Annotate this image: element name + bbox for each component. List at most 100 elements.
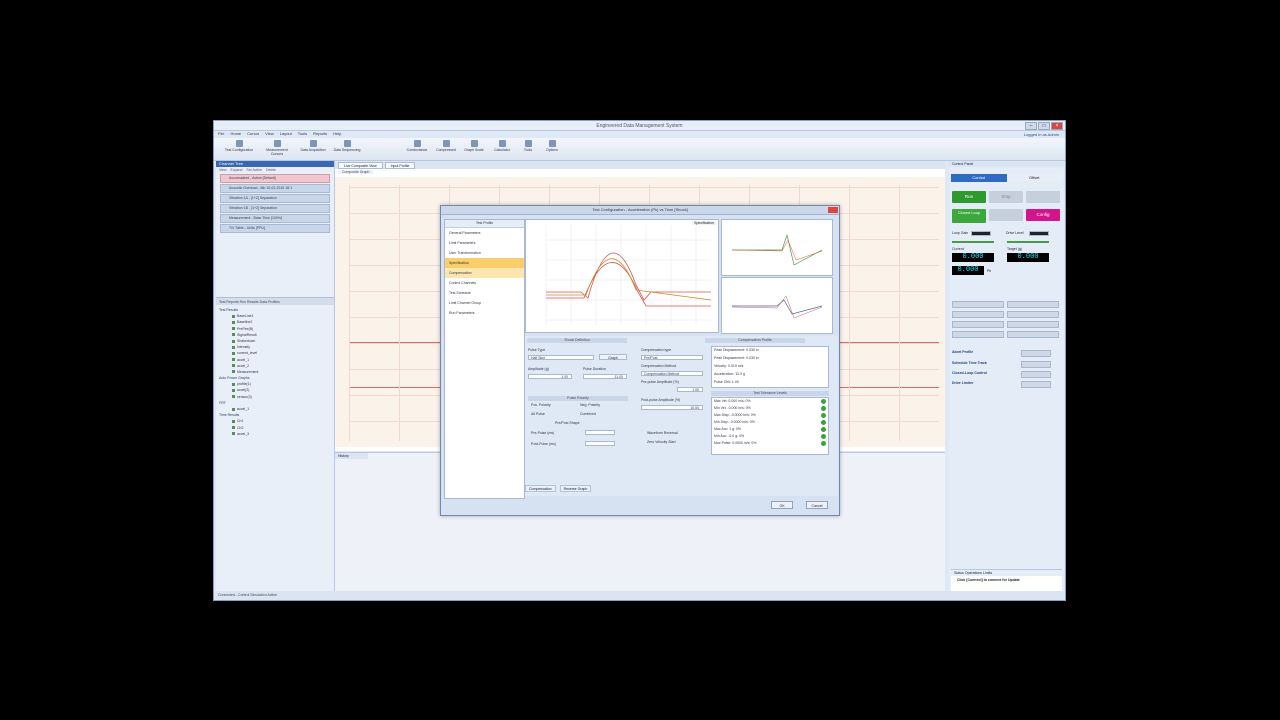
cursor-item[interactable]: Vibration 1A - [1+2] Separation [220,194,330,203]
minimize-icon[interactable]: – [1025,122,1037,130]
tree-channel[interactable]: accel_3 [216,431,334,437]
ribbon-conductance[interactable]: Conductance [404,140,430,152]
tool-expand[interactable]: Expand [231,167,243,173]
maximize-icon[interactable]: □ [1038,122,1050,130]
ribbon-data-acquisition[interactable]: Data Acquisition [298,140,328,152]
option-toggle[interactable] [1021,371,1051,378]
ribbon-graph-scale[interactable]: Graph Scale [462,140,486,152]
cursor-item[interactable]: T/V Table - Units [PPU] [220,224,330,233]
footer-tab-reverse-graph[interactable]: Reverse Graph [559,485,592,492]
ribbon-measurement-cursors[interactable]: Measurement Cursors [260,140,294,156]
ribbon-calculator[interactable]: Calculator [490,140,514,152]
parameter-field[interactable] [1007,321,1059,328]
menu-help[interactable]: Help [333,131,341,137]
specification-chart[interactable]: Specification [525,219,719,333]
comp-method-select[interactable]: Compensation Method [641,371,703,376]
ribbon-options[interactable]: Options [542,140,562,152]
tab-input-profile[interactable]: Input Profile [384,162,416,169]
cursor-item[interactable]: Acoustic Overload - 6th 10-02-2015 18:1 [220,184,330,193]
dialog-nav-item[interactable]: Control Channels [445,278,524,288]
tolerance-row[interactable]: Min Vel: -0.000 in/s: 0% [712,405,828,412]
dialog-nav-item[interactable]: Compensation [445,268,524,278]
menu-file[interactable]: File [218,131,224,137]
dialog-nav-item[interactable]: Test Schedule [445,288,524,298]
tab-live-composite[interactable]: Live Composite View [338,162,383,169]
control-option[interactable]: Schedule Time Track [952,361,987,365]
dialog-nav-item[interactable]: Specification [445,258,524,268]
dialog-close-icon[interactable] [828,207,838,213]
dialog-nav-item[interactable]: Limit Channel Group [445,298,524,308]
config-button[interactable]: Config [1026,209,1060,221]
postpulse-input[interactable] [585,441,615,446]
parameter-field[interactable] [1007,311,1059,318]
cursor-item[interactable]: Vibration 1B - [1+2] Separation [220,204,330,213]
dialog-nav-item[interactable]: Run Parameters [445,308,524,318]
parameter-field[interactable] [1007,301,1059,308]
duration-input[interactable]: 11.00 [583,374,627,379]
velocity-chart[interactable] [721,219,833,276]
menu-home[interactable]: Home [230,131,241,137]
tolerance-row[interactable]: Max Pulse: 0.0000 in/s: 0% [712,440,828,447]
parameter-field[interactable] [952,321,1004,328]
tolerance-row[interactable]: Max Acc: 1 g: 0% [712,426,828,433]
control-option[interactable]: Drive Limiter [952,381,973,385]
tool-view[interactable]: View [219,167,227,173]
tolerance-row[interactable]: Min Disp: -0.0000 in/s: 0% [712,419,828,426]
option-toggle[interactable] [1021,381,1051,388]
pulse-type-select[interactable]: Half Sine [528,355,594,360]
menu-view[interactable]: View [265,131,274,137]
prepulse-amp-input[interactable]: 1.00 [677,387,703,392]
graph-button[interactable]: Graph [599,354,627,360]
tree-tabs[interactable]: Test Reports Run Results Data Profiles [216,297,334,305]
tool-delete[interactable]: Delete [266,167,276,173]
stop-button[interactable]: Stop [989,191,1023,203]
option-waveform-reversal[interactable]: Waveform Reversal [647,431,678,435]
parameter-field[interactable] [952,301,1004,308]
radio-pos-polarity[interactable]: Pos. Polarity [531,403,551,407]
control-option[interactable]: Closed-Loop Control [952,371,987,375]
option-toggle[interactable] [1021,361,1051,368]
tab-offset[interactable]: Offset [1006,174,1062,182]
menu-tools[interactable]: Tools [298,131,307,137]
radio-alt-pulse[interactable]: Alt Pulse [531,412,545,416]
cursor-item[interactable]: Measurement - Base Time [100%] [220,214,330,223]
ribbon-data-sequencing[interactable]: Data Sequencing [332,140,362,152]
ribbon-compressed[interactable]: Compressed [434,140,458,152]
menu-layout[interactable]: Layout [280,131,292,137]
cursor-item[interactable]: Accumulated - Active [Default] [220,174,330,183]
ok-button[interactable]: OK [771,501,793,509]
comp-type-select[interactable]: Pre/Post [641,355,703,360]
parameter-field[interactable] [952,311,1004,318]
cancel-button[interactable]: Cancel [806,501,828,509]
menu-cursor[interactable]: Cursor [247,131,259,137]
closed-loop-button[interactable]: Closed Loop [952,209,986,223]
control-option[interactable]: Abort Profile [952,350,973,354]
tab-control[interactable]: Control [951,174,1007,182]
radio-neg-polarity[interactable]: Neg. Polarity [580,403,600,407]
subtab-composite[interactable]: Composite Graph [338,170,374,174]
postpulse-amp-input[interactable]: 10.00 [641,405,703,410]
radio-combined[interactable]: Combined [580,412,596,416]
footer-tab-compensation[interactable]: Compensation [525,485,556,492]
dialog-nav-item[interactable]: User Transformation [445,248,524,258]
loop-gain-field[interactable] [971,231,991,236]
tolerance-row[interactable]: Max Vel: 0.000 in/s: 0% [712,398,828,405]
parameter-field[interactable] [1007,331,1059,338]
run-button[interactable]: Run [952,191,986,203]
ribbon-tools[interactable]: Tools [518,140,538,152]
option-toggle[interactable] [1021,350,1051,357]
ribbon-test-configuration[interactable]: Test Configuration [222,140,256,152]
pause-button[interactable] [1026,191,1060,203]
menu-reports[interactable]: Reports [313,131,327,137]
tolerance-row[interactable]: Max Disp: -0.0000 in/s: 0% [712,412,828,419]
tool-set-active[interactable]: Set Active [246,167,262,173]
amplitude-input[interactable]: 1.00 [528,374,572,379]
parameter-field[interactable] [952,331,1004,338]
bottom-panel-tab[interactable]: History [335,453,368,459]
option-zero-velocity[interactable]: Zero Velocity Start [647,440,676,444]
displacement-chart[interactable] [721,277,833,334]
tolerance-row[interactable]: Min Acc: -0.0 g: 0% [712,433,828,440]
dialog-nav-item[interactable]: Limit Parameters [445,238,524,248]
drive-level-field[interactable] [1029,231,1049,236]
close-icon[interactable]: × [1051,122,1063,130]
